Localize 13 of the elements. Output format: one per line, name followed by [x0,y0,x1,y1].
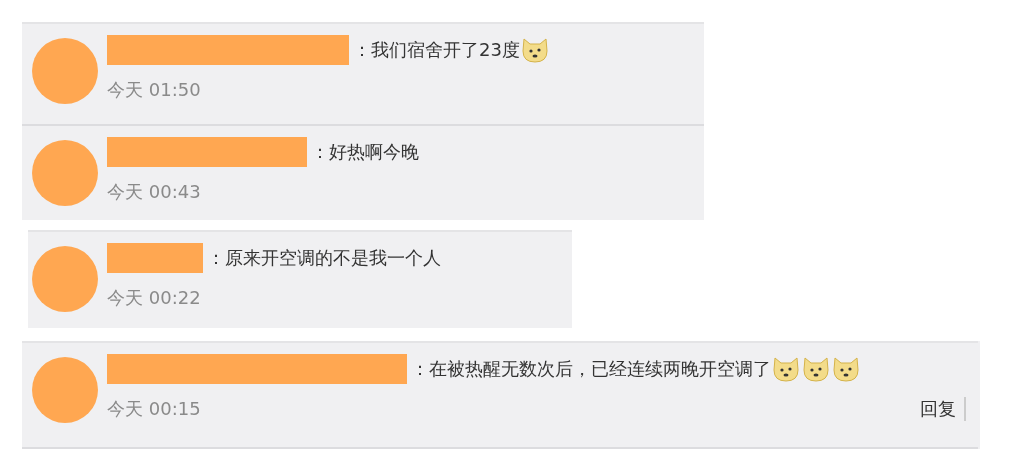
comment-text: ：原来开空调的不是我一个人 [207,246,441,270]
dog-face-icon [519,35,550,65]
comment-text: ：我们宿舍开了23度 [353,38,520,62]
comment-time: 今天 00:43 [107,180,201,204]
dog-face-icon [771,354,801,384]
comment-time: 今天 00:15 [107,397,201,421]
dog-face-icon [831,354,861,384]
comment-time: 今天 00:22 [107,286,201,310]
dog-face-icon [801,354,831,384]
comment-text: ：好热啊今晚 [311,140,419,164]
comment-text: ：在被热醒无数次后，已经连续两晚开空调了 [411,357,771,381]
reply-link[interactable]: 回复 [920,397,966,421]
comment-time: 今天 01:50 [107,78,201,102]
